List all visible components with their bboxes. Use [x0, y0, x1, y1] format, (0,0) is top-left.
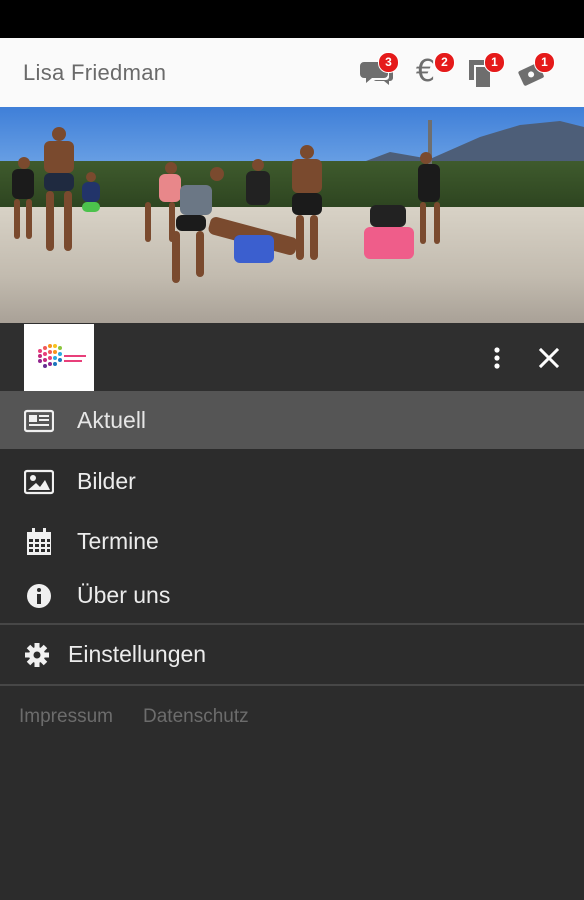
user-name: Lisa Friedman: [23, 60, 167, 85]
image-icon: [24, 469, 54, 495]
org-logo-icon: [38, 344, 86, 368]
menu-label: Einstellungen: [68, 641, 207, 667]
more-options-button[interactable]: [482, 343, 512, 373]
top-bar: Lisa Friedman 3 € 2 1 1: [0, 38, 584, 107]
menu-item-ueber-uns[interactable]: Über uns: [0, 566, 584, 624]
hero-image: [0, 107, 584, 323]
documents-badge: 1: [484, 52, 505, 73]
chat-button[interactable]: 3: [360, 52, 400, 92]
menu-item-aktuell[interactable]: Aktuell: [0, 391, 584, 449]
menu-item-termine[interactable]: Termine: [0, 512, 584, 570]
gear-icon: [25, 643, 49, 667]
calendar-icon: [27, 528, 51, 555]
tickets-badge: 1: [534, 52, 555, 73]
menu-label: Aktuell: [77, 407, 147, 433]
status-bar: [0, 0, 584, 38]
info-icon: [27, 584, 51, 608]
divider: [0, 623, 584, 625]
drawer-header: [0, 323, 584, 391]
news-icon: [24, 409, 54, 433]
menu-item-bilder[interactable]: Bilder: [0, 452, 584, 510]
close-icon: [538, 347, 560, 369]
close-drawer-button[interactable]: [534, 343, 564, 373]
hero-sand: [0, 207, 584, 323]
menu-label: Bilder: [77, 468, 136, 494]
more-vert-icon: [494, 347, 500, 369]
menu-label: Termine: [77, 528, 159, 554]
menu-item-einstellungen[interactable]: Einstellungen: [0, 626, 584, 684]
impressum-link[interactable]: Impressum: [19, 706, 113, 728]
chat-badge: 3: [378, 52, 399, 73]
org-logo[interactable]: [24, 324, 94, 391]
tickets-button[interactable]: 1: [516, 52, 556, 92]
payments-badge: 2: [434, 52, 455, 73]
menu-label: Über uns: [77, 582, 171, 608]
datenschutz-link[interactable]: Datenschutz: [143, 706, 249, 728]
euro-icon: €: [416, 54, 436, 89]
payments-button[interactable]: € 2: [416, 52, 456, 92]
documents-button[interactable]: 1: [466, 52, 506, 92]
divider: [0, 684, 584, 686]
